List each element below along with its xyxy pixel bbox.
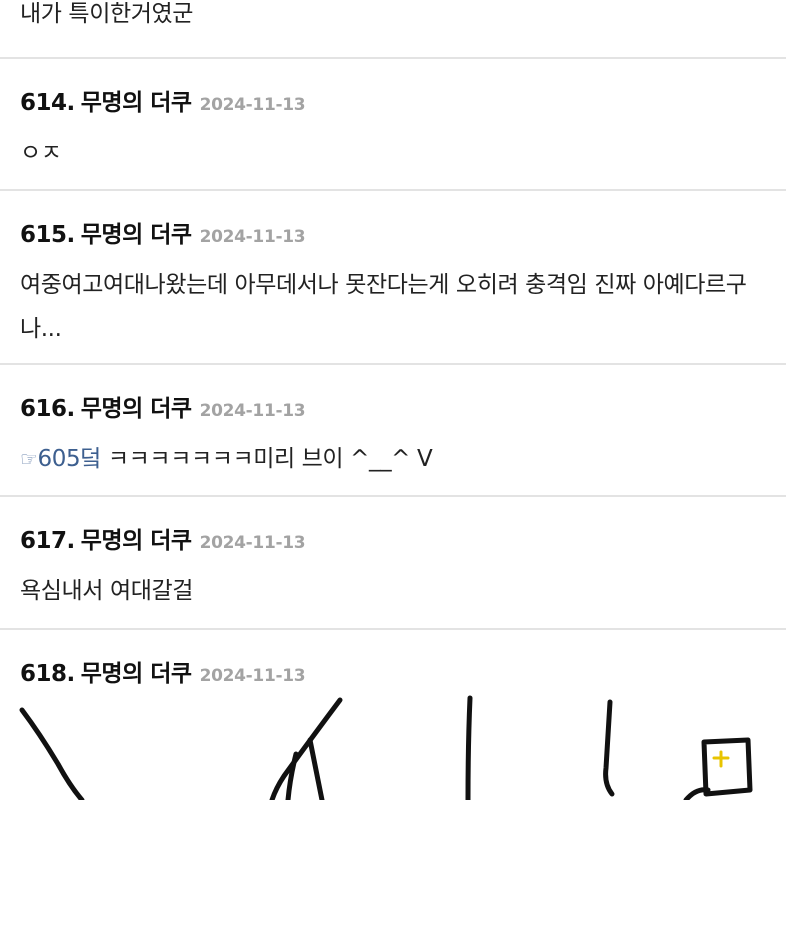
comment-author: 무명의 더쿠 — [80, 396, 192, 422]
comment-header: 618. 무명의 더쿠 2024-11-13 — [20, 657, 306, 691]
comment-date: 2024-11-13 — [199, 401, 306, 421]
comment-header: 616. 무명의 더쿠 2024-11-13 — [20, 392, 306, 426]
comment-number[interactable]: 615. — [20, 222, 75, 248]
comment-date: 2024-11-13 — [199, 533, 306, 553]
comment-author: 무명의 더쿠 — [80, 222, 192, 248]
comment-body: 여중여고여대나왔는데 아무데서나 못잔다는게 오히려 충격임 진짜 아예다르구나… — [20, 272, 747, 342]
comment-date: 2024-11-13 — [199, 227, 306, 247]
reply-link-label: 605덬 — [37, 446, 102, 472]
comment-author: 무명의 더쿠 — [80, 528, 192, 554]
comment-body: 내가 특이한거였군 — [20, 1, 193, 27]
comment-item: 615. 무명의 더쿠 2024-11-13 여중여고여대나왔는데 아무데서나 못잔… — [0, 191, 786, 365]
comment-item: 내가 특이한거였군 — [0, 0, 786, 59]
comment-body: ㅇㅈ — [20, 140, 62, 166]
comment-item: 616. 무명의 더쿠 2024-11-13 ☞605덬 ㅋㅋㅋㅋㅋㅋㅋ미리 브이 … — [0, 365, 786, 497]
comment-item: 617. 무명의 더쿠 2024-11-13 욕심내서 여대갈걸 — [0, 497, 786, 630]
comment-body: 욕심내서 여대갈걸 — [20, 578, 193, 604]
comment-date: 2024-11-13 — [199, 666, 306, 686]
comment-date: 2024-11-13 — [199, 95, 306, 115]
comment-text: ㅋㅋㅋㅋㅋㅋㅋ미리 브이 ^__^ V — [101, 446, 433, 472]
comment-body: ☞605덬 ㅋㅋㅋㅋㅋㅋㅋ미리 브이 ^__^ V — [20, 437, 772, 481]
comment-number[interactable]: 617. — [20, 528, 75, 554]
comment-header: 614. 무명의 더쿠 2024-11-13 — [20, 86, 306, 120]
comment-header: 615. 무명의 더쿠 2024-11-13 — [20, 218, 306, 252]
comment-item: 614. 무명의 더쿠 2024-11-13 ㅇㅈ — [0, 59, 786, 191]
hand-drawn-image[interactable] — [0, 694, 786, 800]
comment-number[interactable]: 614. — [20, 90, 75, 116]
comment-number[interactable]: 616. — [20, 396, 75, 422]
comment-number[interactable]: 618. — [20, 661, 75, 687]
comment-author: 무명의 더쿠 — [80, 90, 192, 116]
pointing-hand-icon: ☞ — [20, 447, 38, 471]
comment-header: 617. 무명의 더쿠 2024-11-13 — [20, 524, 306, 558]
comment-author: 무명의 더쿠 — [80, 661, 192, 687]
reply-link[interactable]: ☞605덬 — [20, 446, 101, 472]
